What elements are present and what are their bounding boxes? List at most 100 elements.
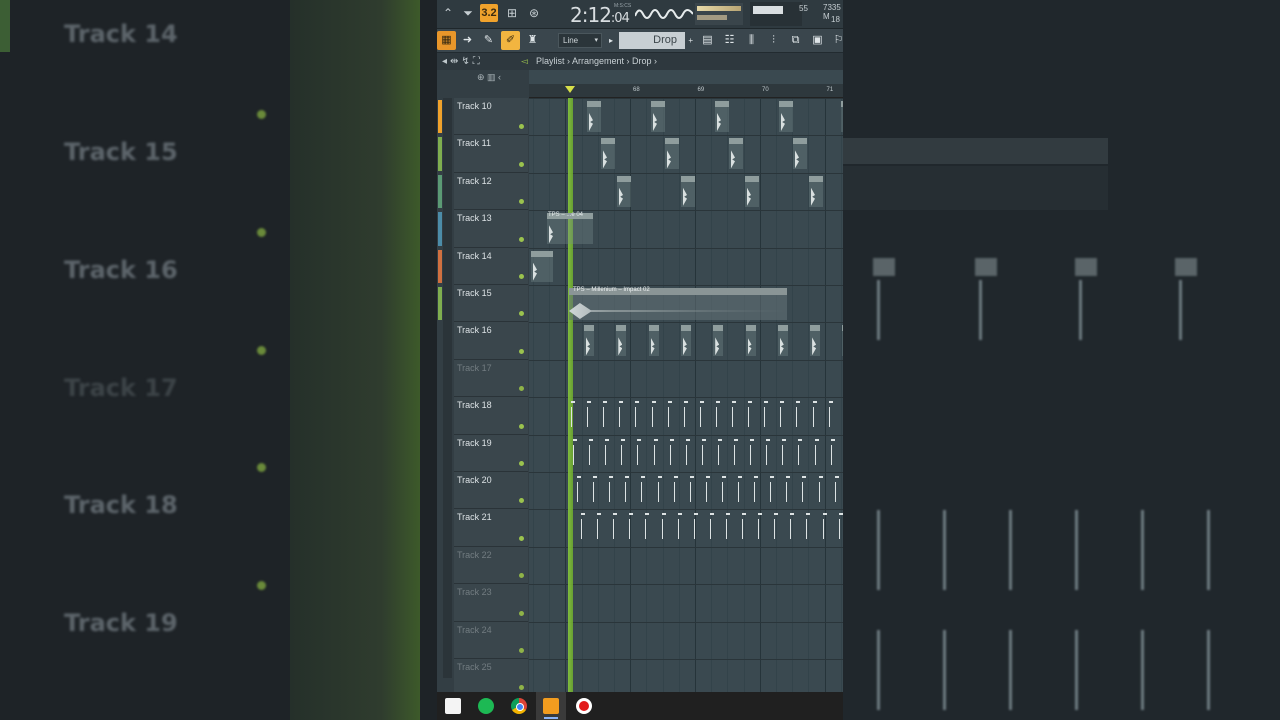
hat-clip-marker[interactable] [834, 482, 836, 502]
hat-clip-marker[interactable] [605, 444, 607, 465]
hat-clip-marker[interactable] [597, 519, 599, 540]
hat-clip-marker[interactable] [750, 444, 752, 465]
hat-clip-marker[interactable] [651, 407, 653, 428]
track-mute-led[interactable] [519, 161, 524, 167]
track-mute-led[interactable] [519, 685, 524, 691]
track-mute-led[interactable] [519, 460, 524, 466]
tempo-tap-icon[interactable]: ⌃ [439, 4, 457, 22]
track-header[interactable]: Track 13 [454, 210, 528, 248]
hat-clip-marker[interactable] [782, 444, 784, 465]
hat-clip-marker[interactable] [699, 407, 701, 428]
track-header[interactable]: Track 16 [454, 322, 528, 360]
audio-clip[interactable] [665, 138, 679, 170]
audio-clip[interactable] [745, 175, 759, 207]
hat-clip-marker[interactable] [742, 519, 743, 540]
hat-clip-marker[interactable] [828, 407, 830, 428]
audio-clip[interactable] [616, 325, 627, 357]
hat-clip-marker[interactable] [625, 482, 627, 502]
hat-clip-marker[interactable] [661, 519, 663, 540]
hat-clip-marker[interactable] [613, 519, 615, 540]
hat-clip-marker[interactable] [764, 407, 766, 428]
hat-clip-marker[interactable] [657, 482, 659, 502]
piano-icon[interactable]: ▦ [437, 31, 456, 50]
track-header[interactable]: Track 14 [454, 247, 528, 285]
track-mute-led[interactable] [519, 124, 524, 130]
audio-clip[interactable] [584, 325, 594, 357]
hat-clip-marker[interactable] [571, 407, 572, 428]
hat-clip-marker[interactable] [838, 519, 840, 540]
audio-clip[interactable] [680, 325, 691, 357]
track-mute-led[interactable] [519, 610, 524, 616]
mixer-icon[interactable]: ⫼ [742, 31, 761, 50]
hat-clip-marker[interactable] [770, 482, 772, 502]
spotify-icon[interactable] [478, 698, 494, 714]
track-header[interactable]: Track 23 [454, 584, 528, 622]
hat-clip-marker[interactable] [637, 444, 639, 465]
track-mute-led[interactable] [519, 423, 524, 429]
hat-clip-marker[interactable] [732, 407, 733, 428]
pattern-next-icon[interactable]: + [688, 32, 693, 49]
hat-clip-marker[interactable] [717, 444, 719, 465]
track-header[interactable]: Track 11 [454, 135, 528, 173]
pattern-selector[interactable]: Drop + [619, 32, 693, 49]
hat-clip-marker[interactable] [738, 482, 739, 502]
hat-clip-marker[interactable] [748, 407, 750, 428]
track-header[interactable]: Track 21 [454, 509, 528, 547]
timeline-ruler[interactable]: 68 69 70 71 [529, 84, 843, 98]
draw-tool-icon[interactable]: ✐ [501, 31, 520, 50]
track-header[interactable]: Track 12 [454, 172, 528, 211]
hat-clip-marker[interactable] [754, 482, 756, 502]
pattern-prev-icon[interactable]: ▸ [606, 31, 616, 50]
hat-clip-marker[interactable] [693, 519, 695, 540]
track-mute-led[interactable] [519, 348, 524, 354]
sliders-icon[interactable]: ⫶ [764, 31, 783, 50]
hat-clip-marker[interactable] [653, 444, 655, 465]
hat-clip-marker[interactable] [667, 407, 669, 428]
hat-clip-marker[interactable] [806, 519, 808, 540]
snap-select[interactable]: Line ▾ [558, 33, 602, 48]
hat-clip-marker[interactable] [798, 444, 800, 465]
hat-clip-marker[interactable] [577, 482, 578, 502]
audio-clip[interactable] [842, 325, 843, 357]
audio-clip[interactable] [810, 325, 821, 357]
hat-clip-marker[interactable] [796, 407, 798, 428]
hat-clip-marker[interactable] [822, 519, 824, 540]
hat-clip-marker[interactable] [814, 444, 816, 465]
hat-clip-marker[interactable] [766, 444, 768, 465]
hat-clip-marker[interactable] [645, 519, 647, 540]
hat-clip-marker[interactable] [830, 444, 832, 465]
track-header[interactable]: Track 20 [454, 472, 528, 510]
audio-clip[interactable] [713, 325, 724, 357]
plugin-icon[interactable]: ⧉ [786, 31, 805, 50]
record-mode-icon[interactable]: ⊛ [525, 4, 543, 22]
fl-studio-icon[interactable] [543, 698, 559, 714]
store-icon[interactable] [445, 698, 461, 714]
record-icon[interactable] [576, 698, 592, 714]
vertical-scrollbar[interactable] [443, 98, 452, 678]
hat-clip-marker[interactable] [818, 482, 820, 502]
track-header[interactable]: Track 18 [454, 397, 528, 435]
hat-clip-marker[interactable] [774, 519, 776, 540]
audio-clip[interactable] [745, 325, 756, 357]
audio-clip-long[interactable]: TPS – Millenium – Impact 02 [569, 287, 787, 320]
hat-clip-marker[interactable] [715, 407, 717, 428]
hat-clip-marker[interactable] [641, 482, 643, 502]
hat-clip-marker[interactable] [673, 482, 675, 502]
audio-clip[interactable] [841, 101, 843, 132]
speaker-icon[interactable]: ◅ [521, 56, 528, 67]
track-mute-led[interactable] [519, 273, 524, 279]
hint-icon[interactable]: ⚐ [829, 31, 843, 50]
arrow-right-icon[interactable]: ➜ [458, 31, 477, 50]
hat-clip-marker[interactable] [709, 519, 711, 540]
track-mute-led[interactable] [519, 535, 524, 541]
playhead-marker[interactable] [565, 86, 575, 93]
audio-clip[interactable] [809, 175, 823, 207]
hat-clip-marker[interactable] [635, 407, 637, 428]
playlist-nav-icons[interactable]: ◂⇹↯⛶ [442, 56, 483, 67]
audio-clip[interactable] [793, 138, 807, 170]
track-mute-led[interactable] [519, 386, 524, 392]
hat-clip-marker[interactable] [603, 407, 605, 428]
track-header[interactable]: Track 19 [454, 434, 528, 472]
stamp-icon[interactable]: ♜ [523, 31, 542, 50]
audio-clip[interactable] [587, 101, 601, 132]
